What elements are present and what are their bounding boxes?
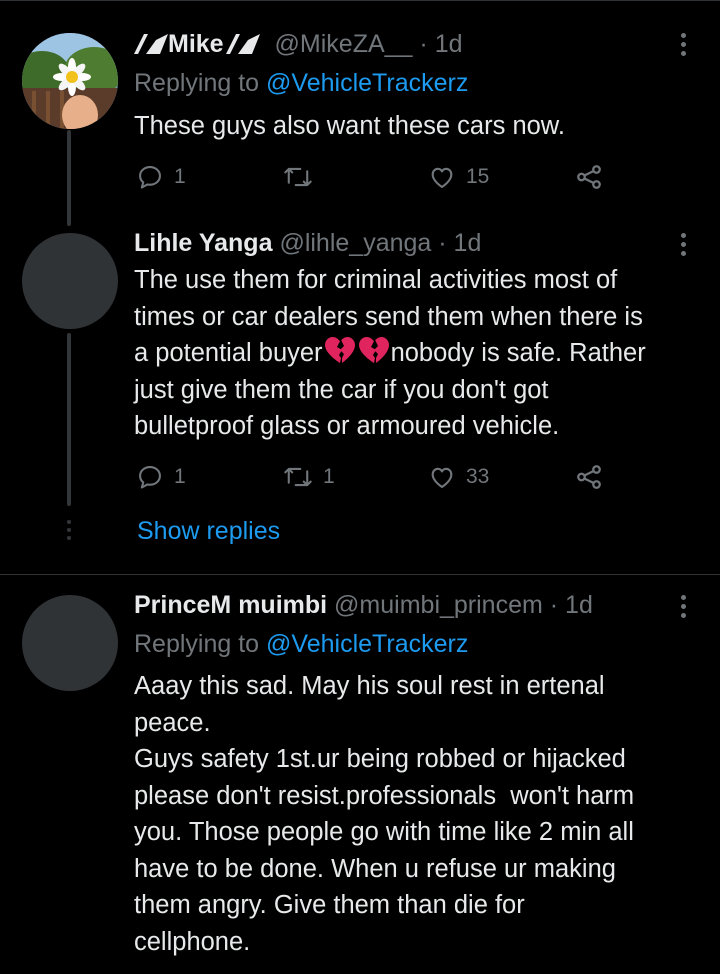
- tweet-text-line: bulletproof glass or armoured vehicle.: [134, 412, 560, 440]
- share-icon: [577, 165, 601, 189]
- replying-prefix: Replying to: [134, 630, 260, 658]
- timestamp[interactable]: 1d: [565, 591, 593, 619]
- replying-to-link[interactable]: @VehicleTrackerz: [266, 69, 468, 97]
- more-icon[interactable]: [680, 33, 686, 56]
- tweet-text-line-with-emoji: a potential buyer nobody is safe. Rather: [134, 335, 709, 372]
- like-icon: [431, 467, 453, 488]
- tweet-text-line: just give them the car if you don't got: [134, 375, 549, 404]
- avatar[interactable]: [22, 33, 118, 129]
- handle[interactable]: @MikeZA__: [275, 30, 413, 58]
- thread-dots: [67, 520, 71, 540]
- avatar[interactable]: [22, 595, 118, 691]
- tweet-text-segment: a potential buyer: [134, 339, 323, 367]
- retweet-count: 1: [323, 465, 335, 488]
- like-button[interactable]: 15: [428, 162, 489, 192]
- flag-badge-icon: [225, 34, 260, 54]
- top-border: [0, 0, 720, 1]
- replying-to: Replying to @VehicleTrackerz: [134, 68, 468, 98]
- tweet-text: The use them for criminal activities mos…: [134, 262, 709, 445]
- tweet-text-line: them angry. Give them than die for: [134, 891, 525, 919]
- retweet-icon: [284, 167, 312, 187]
- timestamp[interactable]: 1d: [435, 30, 463, 58]
- tweet-header: Mike @MikeZA__ · 1d: [134, 29, 463, 59]
- flag-badge-icon: [134, 34, 168, 54]
- like-icon: [431, 167, 453, 188]
- replying-prefix: Replying to: [134, 69, 260, 97]
- replying-to: Replying to @VehicleTrackerz: [134, 629, 468, 659]
- tweet-text-line: The use them for criminal activities mos…: [134, 266, 618, 294]
- display-name[interactable]: Mike: [168, 30, 224, 58]
- tweet-text-line: you. Those people go with time like 2 mi…: [134, 818, 634, 846]
- timestamp[interactable]: 1d: [454, 229, 482, 257]
- tweet-text-segment: nobody is safe. Rather: [390, 339, 646, 367]
- share-button[interactable]: [574, 162, 604, 192]
- retweet-button[interactable]: [283, 162, 323, 192]
- separator-dot: ·: [419, 30, 428, 58]
- broken-heart-emoji: [358, 337, 389, 363]
- share-button[interactable]: [574, 462, 604, 492]
- tweet-text-line: times or car dealers send them when ther…: [134, 302, 643, 331]
- reply-button[interactable]: 1: [136, 462, 186, 492]
- tweet-header: Lihle Yanga @lihle_yanga · 1d: [134, 228, 481, 258]
- reply-count: 1: [174, 165, 186, 188]
- handle[interactable]: @lihle_yanga: [279, 229, 431, 257]
- display-name[interactable]: PrinceM muimbi: [134, 591, 327, 619]
- separator-dot: ·: [549, 591, 559, 619]
- more-icon[interactable]: [680, 595, 686, 618]
- reply-button[interactable]: 1: [136, 162, 186, 192]
- share-icon: [577, 465, 601, 489]
- like-count: 15: [466, 165, 490, 188]
- tweet-text: These guys also want these cars now.: [134, 108, 709, 145]
- tweet-text-line: Aaay this sad. May his soul rest in erte…: [134, 672, 605, 700]
- avatar[interactable]: [22, 233, 118, 329]
- tweet-text-line: have to be done. When u refuse ur making: [134, 854, 616, 883]
- tweet-text-line: please don't resist.professionals won't …: [134, 781, 635, 810]
- reply-icon: [139, 166, 161, 189]
- tweet-text: Aaay this sad. May his soul rest in erte…: [134, 668, 709, 960]
- reply-icon: [139, 466, 161, 489]
- tweet-divider: [0, 574, 720, 575]
- like-count: 33: [466, 465, 490, 488]
- display-name[interactable]: Lihle Yanga: [134, 229, 272, 257]
- retweet-button[interactable]: 1: [283, 462, 335, 492]
- separator-dot: ·: [438, 229, 447, 257]
- show-replies-link[interactable]: Show replies: [137, 516, 280, 546]
- replying-to-link[interactable]: @VehicleTrackerz: [266, 630, 468, 658]
- more-icon[interactable]: [680, 233, 686, 256]
- like-button[interactable]: 33: [428, 462, 489, 492]
- thread-line: [67, 333, 71, 506]
- tweet-text-line: Guys safety 1st.ur being robbed or hijac…: [134, 745, 626, 773]
- broken-heart-emoji: [324, 337, 355, 363]
- reply-count: 1: [174, 465, 186, 488]
- tweet-text-line: These guys also want these cars now.: [134, 112, 565, 140]
- retweet-icon: [284, 467, 312, 487]
- tweet-text-line: cellphone.: [134, 927, 251, 956]
- thread-line: [67, 130, 71, 226]
- tweet-text-line: peace.: [134, 708, 211, 737]
- handle[interactable]: @muimbi_princem: [334, 591, 543, 619]
- avatar-image: [22, 33, 118, 129]
- tweet-header: PrinceM muimbi @muimbi_princem · 1d: [134, 590, 593, 620]
